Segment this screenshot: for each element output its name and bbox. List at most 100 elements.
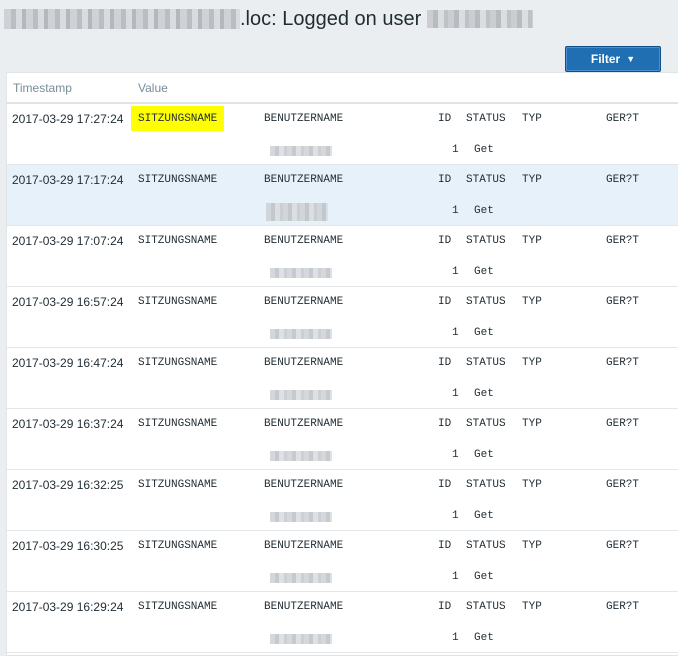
value-header-device: GER?T [606,113,640,125]
row-timestamp: 2017-03-29 16:30:25 [12,539,124,553]
value-header-id: ID [438,296,452,308]
value-header-id: ID [438,418,452,430]
value-header-user: BENUTZERNAME [264,235,344,247]
table-row[interactable]: 2017-03-29 16:47:24 SITZUNGSNAME BENUTZERN… [7,348,678,409]
value-header-user: BENUTZERNAME [264,357,344,369]
table-row[interactable]: 2017-03-29 16:30:25 SITZUNGSNAME BENUTZERN… [7,531,678,592]
column-header-value[interactable]: Value [138,81,168,95]
value-id: 1 [452,144,459,156]
value-header-device: GER?T [606,174,640,186]
value-header-id: ID [438,174,452,186]
row-timestamp: 2017-03-29 17:17:24 [12,173,124,187]
value-status: Get [474,449,494,461]
value-header-id: ID [438,601,452,613]
value-header-typ: TYP [522,418,542,430]
row-timestamp: 2017-03-29 16:47:24 [12,356,124,370]
value-header-id: ID [438,235,452,247]
row-timestamp: 2017-03-29 17:27:24 [12,112,124,126]
redacted-username-value [270,329,332,339]
value-id: 1 [452,327,459,339]
value-header-typ: TYP [522,357,542,369]
filter-button[interactable]: Filter ▼ [565,46,661,72]
table-row[interactable]: 2017-03-29 17:07:24 SITZUNGSNAME BENUTZERN… [7,226,678,287]
value-header-status: STATUS [466,601,506,613]
value-header-user: BENUTZERNAME [264,113,344,125]
value-header-device: GER?T [606,235,640,247]
value-header-id: ID [438,540,452,552]
value-header-status: STATUS [466,113,506,125]
table-header: Timestamp Value [7,73,678,104]
value-id: 1 [452,571,459,583]
redacted-hostname [4,9,240,29]
table-row[interactable]: 2017-03-29 17:17:24 SITZUNGSNAME BENUTZERN… [7,165,678,226]
value-header-session: SITZUNGSNAME [138,235,218,247]
value-header-user: BENUTZERNAME [264,540,344,552]
redacted-username-value [270,573,332,583]
caret-down-icon: ▼ [626,54,636,64]
value-header-user: BENUTZERNAME [264,418,344,430]
row-timestamp: 2017-03-29 16:37:24 [12,417,124,431]
value-header-session: SITZUNGSNAME [138,174,218,186]
value-header-status: STATUS [466,296,506,308]
table-row[interactable]: 2017-03-29 16:57:24 SITZUNGSNAME BENUTZERN… [7,287,678,348]
value-id: 1 [452,449,459,461]
value-header-id: ID [438,113,452,125]
value-header-user: BENUTZERNAME [264,296,344,308]
value-status: Get [474,266,494,278]
redacted-username-value [270,268,332,278]
value-header-session: SITZUNGSNAME [138,479,218,491]
value-header-device: GER?T [606,479,640,491]
value-header-status: STATUS [466,479,506,491]
history-table: Timestamp Value 2017-03-29 17:27:24 SITZU… [6,72,678,656]
value-header-device: GER?T [606,601,640,613]
value-header-user: BENUTZERNAME [264,174,344,186]
table-row[interactable]: 2017-03-29 16:32:25 SITZUNGSNAME BENUTZERN… [7,470,678,531]
value-header-session: SITZUNGSNAME [138,540,218,552]
row-timestamp: 2017-03-29 17:07:24 [12,234,124,248]
page-header: .loc: Logged on user [0,0,678,38]
value-header-status: STATUS [466,174,506,186]
value-header-status: STATUS [466,418,506,430]
value-header-session: SITZUNGSNAME [131,106,225,131]
value-header-typ: TYP [522,174,542,186]
value-status: Get [474,205,494,217]
table-row[interactable]: 2017-03-29 16:37:24 SITZUNGSNAME BENUTZERN… [7,409,678,470]
row-timestamp: 2017-03-29 16:29:24 [12,600,124,614]
value-header-typ: TYP [522,540,542,552]
value-id: 1 [452,388,459,400]
table-row[interactable]: 2017-03-29 17:27:24 SITZUNGSNAME BENUTZERN… [7,104,678,165]
value-header-status: STATUS [466,235,506,247]
value-header-device: GER?T [606,296,640,308]
redacted-username [427,10,534,28]
value-status: Get [474,510,494,522]
page-title: .loc: Logged on user [240,7,422,30]
redacted-username-value [270,512,332,522]
redacted-username-value [270,390,332,400]
value-header-status: STATUS [466,357,506,369]
value-header-session: SITZUNGSNAME [138,357,218,369]
value-header-typ: TYP [522,479,542,491]
value-header-session: SITZUNGSNAME [138,296,218,308]
value-id: 1 [452,266,459,278]
row-timestamp: 2017-03-29 16:32:25 [12,478,124,492]
redacted-username-value [266,203,328,221]
value-header-session: SITZUNGSNAME [138,418,218,430]
value-header-typ: TYP [522,601,542,613]
page: .loc: Logged on user Filter ▼ Timestamp … [0,0,678,656]
value-header-typ: TYP [522,113,542,125]
filter-button-label: Filter [590,52,621,66]
table-row[interactable]: 2017-03-29 16:29:24 SITZUNGSNAME BENUTZERN… [7,592,678,653]
value-header-device: GER?T [606,418,640,430]
value-header-user: BENUTZERNAME [264,479,344,491]
redacted-username-value [270,634,332,644]
value-status: Get [474,144,494,156]
value-header-typ: TYP [522,296,542,308]
redacted-username-value [270,451,332,461]
filter-bar: Filter ▼ [0,38,678,72]
row-timestamp: 2017-03-29 16:57:24 [12,295,124,309]
value-header-device: GER?T [606,540,640,552]
value-id: 1 [452,510,459,522]
value-status: Get [474,327,494,339]
column-header-timestamp[interactable]: Timestamp [13,81,72,95]
value-header-id: ID [438,357,452,369]
